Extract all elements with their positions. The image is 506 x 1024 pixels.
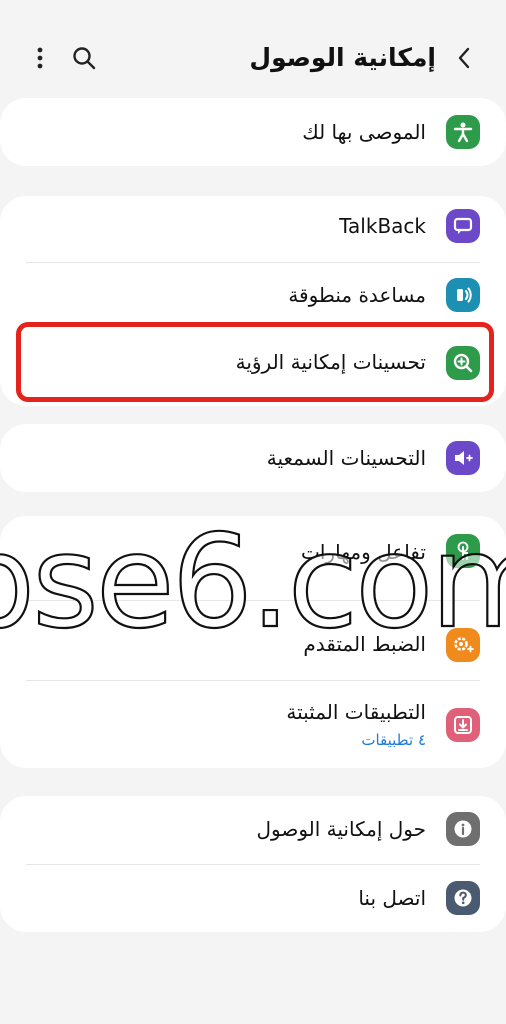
menu-item-label: حول إمكانية الوصول bbox=[256, 817, 426, 841]
menu-item-talkback[interactable]: TalkBack bbox=[0, 196, 506, 262]
menu-item-label: التطبيقات المثبتة bbox=[286, 700, 426, 724]
menu-item-label: TalkBack bbox=[339, 214, 426, 238]
speaker-sound-icon bbox=[446, 278, 480, 312]
menu-item-label: تحسينات إمكانية الرؤية bbox=[235, 350, 426, 374]
gear-plus-icon bbox=[446, 628, 480, 662]
menu-item-label: اتصل بنا bbox=[358, 886, 426, 910]
more-vertical-icon bbox=[37, 47, 43, 69]
more-options-button[interactable] bbox=[28, 44, 52, 72]
back-button[interactable] bbox=[452, 44, 476, 72]
menu-item-contact[interactable]: اتصل بنا bbox=[0, 864, 506, 932]
menu-item-interaction[interactable]: تفاعل ومهارات bbox=[0, 516, 506, 586]
help-icon bbox=[446, 881, 480, 915]
menu-item-label: التحسينات السمعية bbox=[266, 446, 426, 470]
menu-item-spoken-assist[interactable]: مساعدة منطوقة bbox=[0, 262, 506, 326]
menu-item-label: الموصى بها لك bbox=[302, 120, 426, 144]
menu-item-label: تفاعل ومهارات bbox=[301, 540, 426, 564]
accessibility-person-icon bbox=[446, 115, 480, 149]
touch-hand-icon bbox=[446, 534, 480, 568]
menu-item-subtitle: ٤ تطبيقات bbox=[361, 731, 426, 749]
page-title: إمكانية الوصول bbox=[249, 43, 436, 72]
search-button[interactable] bbox=[70, 44, 98, 72]
menu-item-label: مساعدة منطوقة bbox=[288, 283, 426, 307]
download-icon bbox=[446, 708, 480, 742]
menu-item-hearing[interactable]: التحسينات السمعية bbox=[0, 424, 506, 492]
divider bbox=[26, 600, 480, 601]
menu-item-visibility[interactable]: تحسينات إمكانية الرؤية bbox=[0, 326, 506, 398]
menu-item-label: الضبط المتقدم bbox=[303, 632, 426, 656]
menu-item-installed-apps[interactable]: التطبيقات المثبتة ٤ تطبيقات bbox=[0, 680, 506, 768]
menu-item-about[interactable]: حول إمكانية الوصول bbox=[0, 796, 506, 862]
info-icon bbox=[446, 812, 480, 846]
search-icon bbox=[73, 47, 96, 70]
chevron-left-icon bbox=[458, 47, 470, 69]
app-header: إمكانية الوصول bbox=[0, 0, 506, 100]
zoom-in-icon bbox=[446, 346, 480, 380]
message-bubble-icon bbox=[446, 209, 480, 243]
volume-plus-icon bbox=[446, 441, 480, 475]
menu-item-advanced[interactable]: الضبط المتقدم bbox=[0, 610, 506, 678]
menu-item-recommended[interactable]: الموصى بها لك bbox=[0, 98, 506, 166]
